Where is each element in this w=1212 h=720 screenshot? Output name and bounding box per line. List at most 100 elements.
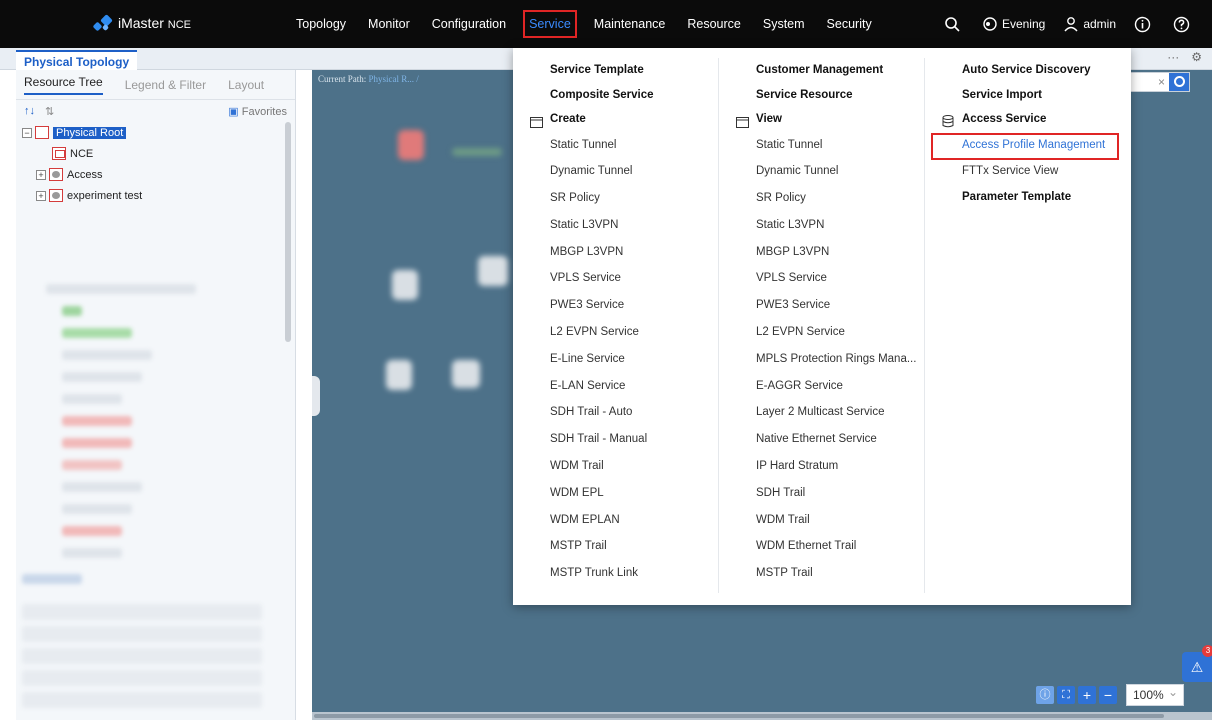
zoom-controls: ⓘ ⛶ + − 100%	[1036, 682, 1184, 706]
menu-view-l2-evpn-service[interactable]: L2 EVPN Service	[719, 319, 924, 346]
canvas-horizontal-scrollbar[interactable]	[312, 712, 1212, 720]
menu-group-access-service: Access Service	[925, 107, 1131, 132]
tree-node-nce[interactable]: NCE	[22, 143, 295, 164]
menu-view-mpls-protection-rings[interactable]: MPLS Protection Rings Mana...	[719, 346, 924, 373]
menu-create-sdh-trail-manual[interactable]: SDH Trail - Manual	[513, 426, 718, 453]
topology-node[interactable]	[478, 256, 508, 286]
menu-create-l2-evpn-service[interactable]: L2 EVPN Service	[513, 319, 718, 346]
tree-node-experiment-test[interactable]: + experiment test	[22, 185, 295, 206]
topology-node[interactable]	[398, 130, 424, 160]
menu-service[interactable]: Service	[523, 10, 577, 38]
user-menu[interactable]: admin	[1063, 16, 1116, 32]
expand-icon[interactable]: +	[36, 169, 46, 180]
topology-node[interactable]	[452, 360, 480, 388]
menu-system[interactable]: System	[763, 17, 805, 31]
menu-view-static-l3vpn[interactable]: Static L3VPN	[719, 212, 924, 239]
collapse-icon[interactable]: −	[22, 127, 32, 138]
menu-view-pwe3-service[interactable]: PWE3 Service	[719, 292, 924, 319]
search-icon[interactable]	[1169, 73, 1189, 91]
menu-create-mstp-trail[interactable]: MSTP Trail	[513, 533, 718, 560]
clear-icon[interactable]: ×	[1158, 75, 1165, 89]
menu-topology[interactable]: Topology	[296, 17, 346, 31]
sort-ascending-icon[interactable]: ↑↓	[24, 105, 35, 117]
zoom-in-button[interactable]: +	[1078, 686, 1096, 704]
more-icon[interactable]: ···	[1167, 50, 1179, 64]
menu-service-template[interactable]: Service Template	[513, 58, 718, 83]
tab-layout[interactable]: Layout	[228, 78, 264, 92]
menu-composite-service[interactable]: Composite Service	[513, 83, 718, 108]
zoom-out-button[interactable]: −	[1099, 686, 1117, 704]
menu-service-resource[interactable]: Service Resource	[719, 83, 924, 108]
menu-create-mstp-trunk-link[interactable]: MSTP Trunk Link	[513, 560, 718, 587]
menu-create-sdh-trail-auto[interactable]: SDH Trail - Auto	[513, 399, 718, 426]
menu-create-static-l3vpn[interactable]: Static L3VPN	[513, 212, 718, 239]
panel-collapse-handle[interactable]	[312, 376, 320, 416]
menu-view-e-aggr-service[interactable]: E-AGGR Service	[719, 373, 924, 400]
menu-resource[interactable]: Resource	[687, 17, 741, 31]
menu-view-ip-hard-stratum[interactable]: IP Hard Stratum	[719, 453, 924, 480]
menu-view-mbgp-l3vpn[interactable]: MBGP L3VPN	[719, 239, 924, 266]
menu-view-wdm-ethernet-trail[interactable]: WDM Ethernet Trail	[719, 533, 924, 560]
fit-view-icon[interactable]: ⛶	[1057, 686, 1075, 704]
menu-view-layer2-multicast-service[interactable]: Layer 2 Multicast Service	[719, 399, 924, 426]
menu-view-static-tunnel[interactable]: Static Tunnel	[719, 132, 924, 159]
tab-legend-filter[interactable]: Legend & Filter	[125, 78, 206, 92]
dropdown-column-3: Auto Service Discovery Service Import Ac…	[925, 58, 1131, 593]
menu-view-wdm-trail[interactable]: WDM Trail	[719, 507, 924, 534]
search-icon[interactable]	[944, 16, 964, 32]
favorites-button[interactable]: ▣ Favorites	[228, 105, 287, 118]
left-panel-tabs: Resource Tree Legend & Filter Layout	[16, 70, 295, 100]
help-icon[interactable]	[1173, 16, 1194, 33]
menu-auto-service-discovery[interactable]: Auto Service Discovery	[925, 58, 1131, 83]
menu-monitor[interactable]: Monitor	[368, 17, 410, 31]
tab-physical-topology[interactable]: Physical Topology	[16, 50, 138, 70]
menu-create-mbgp-l3vpn[interactable]: MBGP L3VPN	[513, 239, 718, 266]
tab-resource-tree[interactable]: Resource Tree	[24, 75, 103, 95]
menu-view-sdh-trail[interactable]: SDH Trail	[719, 480, 924, 507]
info-icon[interactable]: ⓘ	[1036, 686, 1054, 704]
menu-create-wdm-epl[interactable]: WDM EPL	[513, 480, 718, 507]
menu-create-static-tunnel[interactable]: Static Tunnel	[513, 132, 718, 159]
tree-node-label: Physical Root	[53, 126, 127, 139]
menu-view-vpls-service[interactable]: VPLS Service	[719, 265, 924, 292]
menu-create-wdm-trail[interactable]: WDM Trail	[513, 453, 718, 480]
menu-create-vpls-service[interactable]: VPLS Service	[513, 265, 718, 292]
menu-customer-management[interactable]: Customer Management	[719, 58, 924, 83]
theme-icon	[983, 17, 997, 31]
menu-fttx-service-view[interactable]: FTTx Service View	[925, 158, 1131, 185]
menu-maintenance[interactable]: Maintenance	[594, 17, 666, 31]
menu-create-e-lan-service[interactable]: E-LAN Service	[513, 373, 718, 400]
left-panel: Resource Tree Legend & Filter Layout ↑↓ …	[16, 70, 296, 720]
tree-node-root[interactable]: − Physical Root	[22, 122, 295, 143]
menu-view-sr-policy[interactable]: SR Policy	[719, 185, 924, 212]
zoom-level-select[interactable]: 100%	[1126, 682, 1184, 706]
menu-access-profile-management[interactable]: Access Profile Management	[925, 132, 1131, 159]
menu-parameter-template[interactable]: Parameter Template	[925, 185, 1131, 210]
menu-view-dynamic-tunnel[interactable]: Dynamic Tunnel	[719, 158, 924, 185]
menu-configuration[interactable]: Configuration	[432, 17, 506, 31]
tree-node-access[interactable]: + Access	[22, 164, 295, 185]
expand-icon[interactable]: +	[36, 190, 46, 201]
menu-create-dynamic-tunnel[interactable]: Dynamic Tunnel	[513, 158, 718, 185]
info-icon[interactable]	[1134, 16, 1155, 33]
menu-view-mstp-trail[interactable]: MSTP Trail	[719, 560, 924, 587]
menu-view-native-ethernet-service[interactable]: Native Ethernet Service	[719, 426, 924, 453]
sort-descending-icon[interactable]: ⇅	[45, 105, 54, 118]
menu-create-sr-policy[interactable]: SR Policy	[513, 185, 718, 212]
theme-switch[interactable]: Evening	[982, 16, 1045, 32]
alarm-badge: 3	[1202, 645, 1212, 657]
current-path-link[interactable]: Physical R... /	[369, 74, 419, 84]
settings-icon[interactable]: ⚙	[1191, 50, 1202, 64]
menu-security[interactable]: Security	[827, 17, 872, 31]
logo[interactable]: iMaster NCE	[92, 14, 191, 32]
menu-create-pwe3-service[interactable]: PWE3 Service	[513, 292, 718, 319]
topology-node[interactable]	[392, 270, 418, 300]
favorites-label: Favorites	[241, 105, 287, 118]
topology-node[interactable]	[452, 148, 502, 156]
menu-create-wdm-eplan[interactable]: WDM EPLAN	[513, 507, 718, 534]
menu-service-import[interactable]: Service Import	[925, 83, 1131, 108]
resource-tree: − Physical Root NCE + Access + experimen…	[16, 122, 295, 206]
menu-create-e-line-service[interactable]: E-Line Service	[513, 346, 718, 373]
topology-node[interactable]	[386, 360, 412, 390]
subnet-node-icon	[49, 189, 63, 202]
